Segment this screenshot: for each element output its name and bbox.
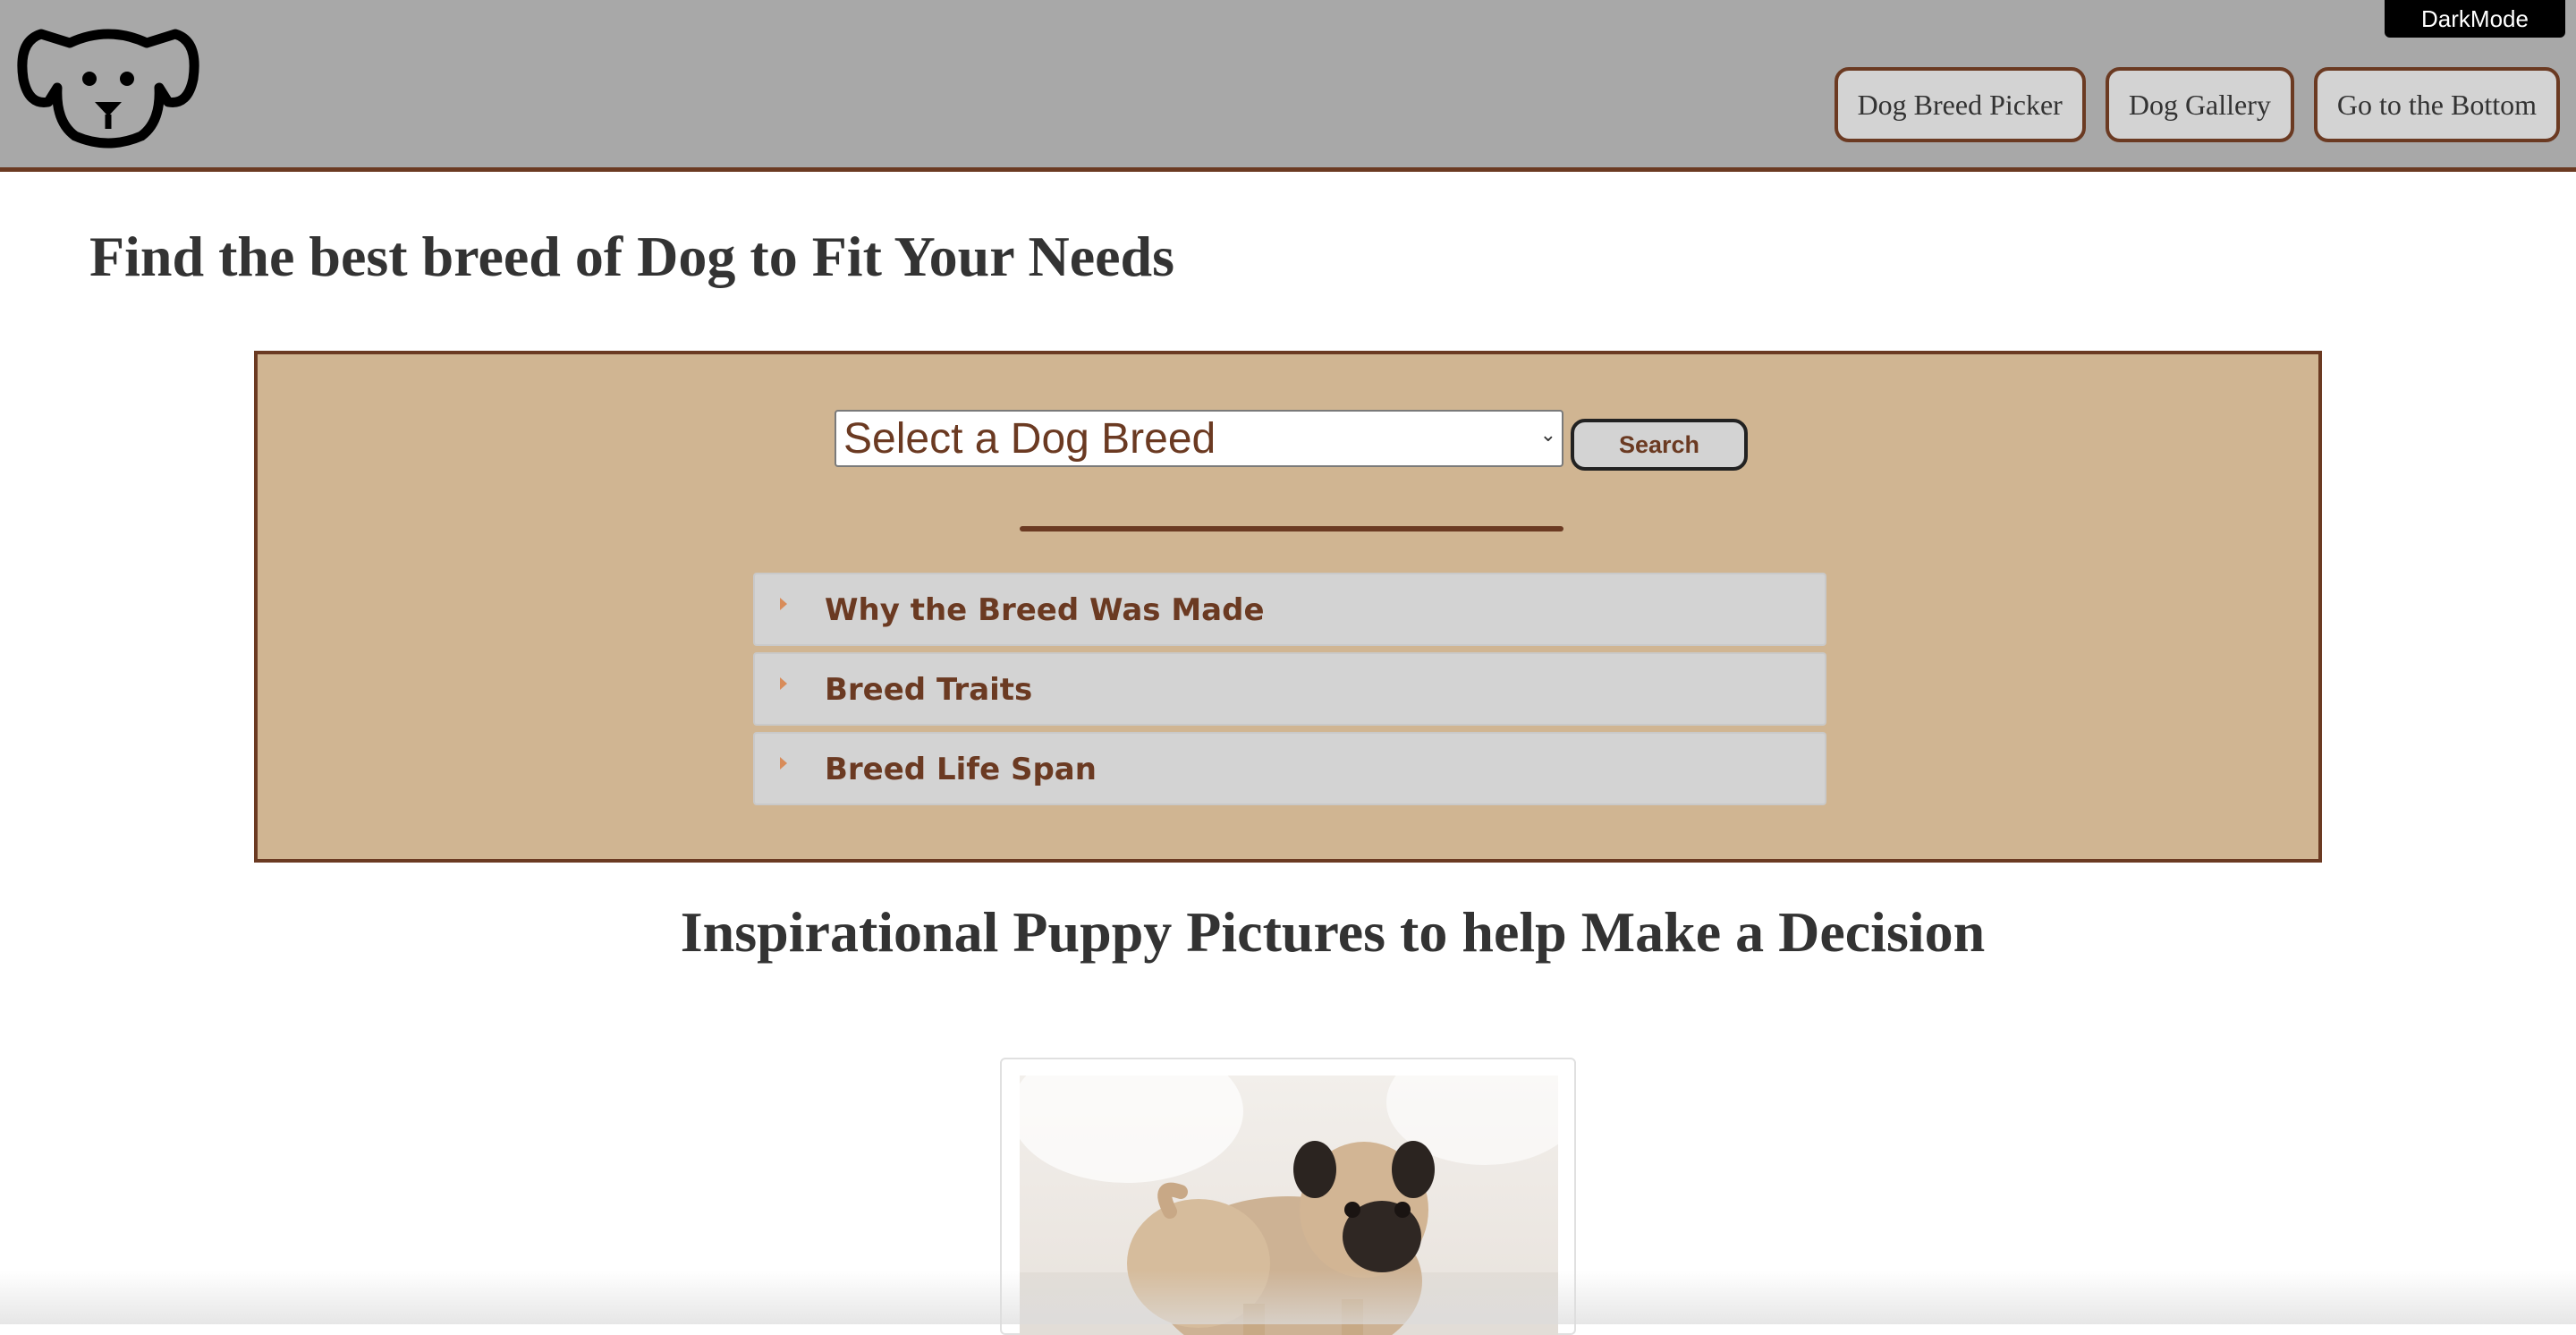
- section-divider: [1020, 526, 1563, 531]
- accordion-label: Why the Breed Was Made: [825, 592, 1265, 628]
- pug-puppy-photo: [1020, 1076, 1558, 1335]
- gallery-card: [1000, 1058, 1576, 1335]
- breed-select-value: Select a Dog Breed: [843, 415, 1216, 463]
- chevron-down-icon: ⌄: [1539, 424, 1556, 446]
- accordion-item-breed-life-span[interactable]: Breed Life Span: [753, 732, 1826, 805]
- breed-info-accordion: Why the Breed Was Made Breed Traits Bree…: [753, 573, 1826, 812]
- gallery-section-title: Inspirational Puppy Pictures to help Mak…: [680, 900, 1986, 964]
- nav-go-to-bottom-button[interactable]: Go to the Bottom: [2313, 67, 2560, 142]
- darkmode-toggle-button[interactable]: DarkMode: [2385, 0, 2565, 38]
- nav-dog-gallery-button[interactable]: Dog Gallery: [2105, 67, 2294, 142]
- breed-select[interactable]: Select a Dog Breed ⌄: [835, 410, 1563, 467]
- disclosure-triangle-icon: [780, 598, 787, 610]
- disclosure-triangle-icon: [780, 677, 787, 690]
- accordion-label: Breed Life Span: [825, 752, 1097, 787]
- accordion-label: Breed Traits: [825, 672, 1033, 708]
- breed-picker-panel: Select a Dog Breed ⌄ Search Why the Bree…: [254, 351, 2322, 863]
- site-header: DarkMode Dog Breed Picker Dog Gallery Go…: [0, 0, 2576, 172]
- main-nav: Dog Breed Picker Dog Gallery Go to the B…: [1834, 67, 2560, 142]
- page-title: Find the best breed of Dog to Fit Your N…: [89, 225, 1174, 288]
- accordion-item-breed-traits[interactable]: Breed Traits: [753, 652, 1826, 726]
- search-button[interactable]: Search: [1571, 419, 1748, 471]
- disclosure-triangle-icon: [780, 757, 787, 770]
- nav-dog-breed-picker-button[interactable]: Dog Breed Picker: [1834, 67, 2086, 142]
- dog-face-icon[interactable]: [16, 16, 200, 149]
- accordion-item-why-breed-made[interactable]: Why the Breed Was Made: [753, 573, 1826, 646]
